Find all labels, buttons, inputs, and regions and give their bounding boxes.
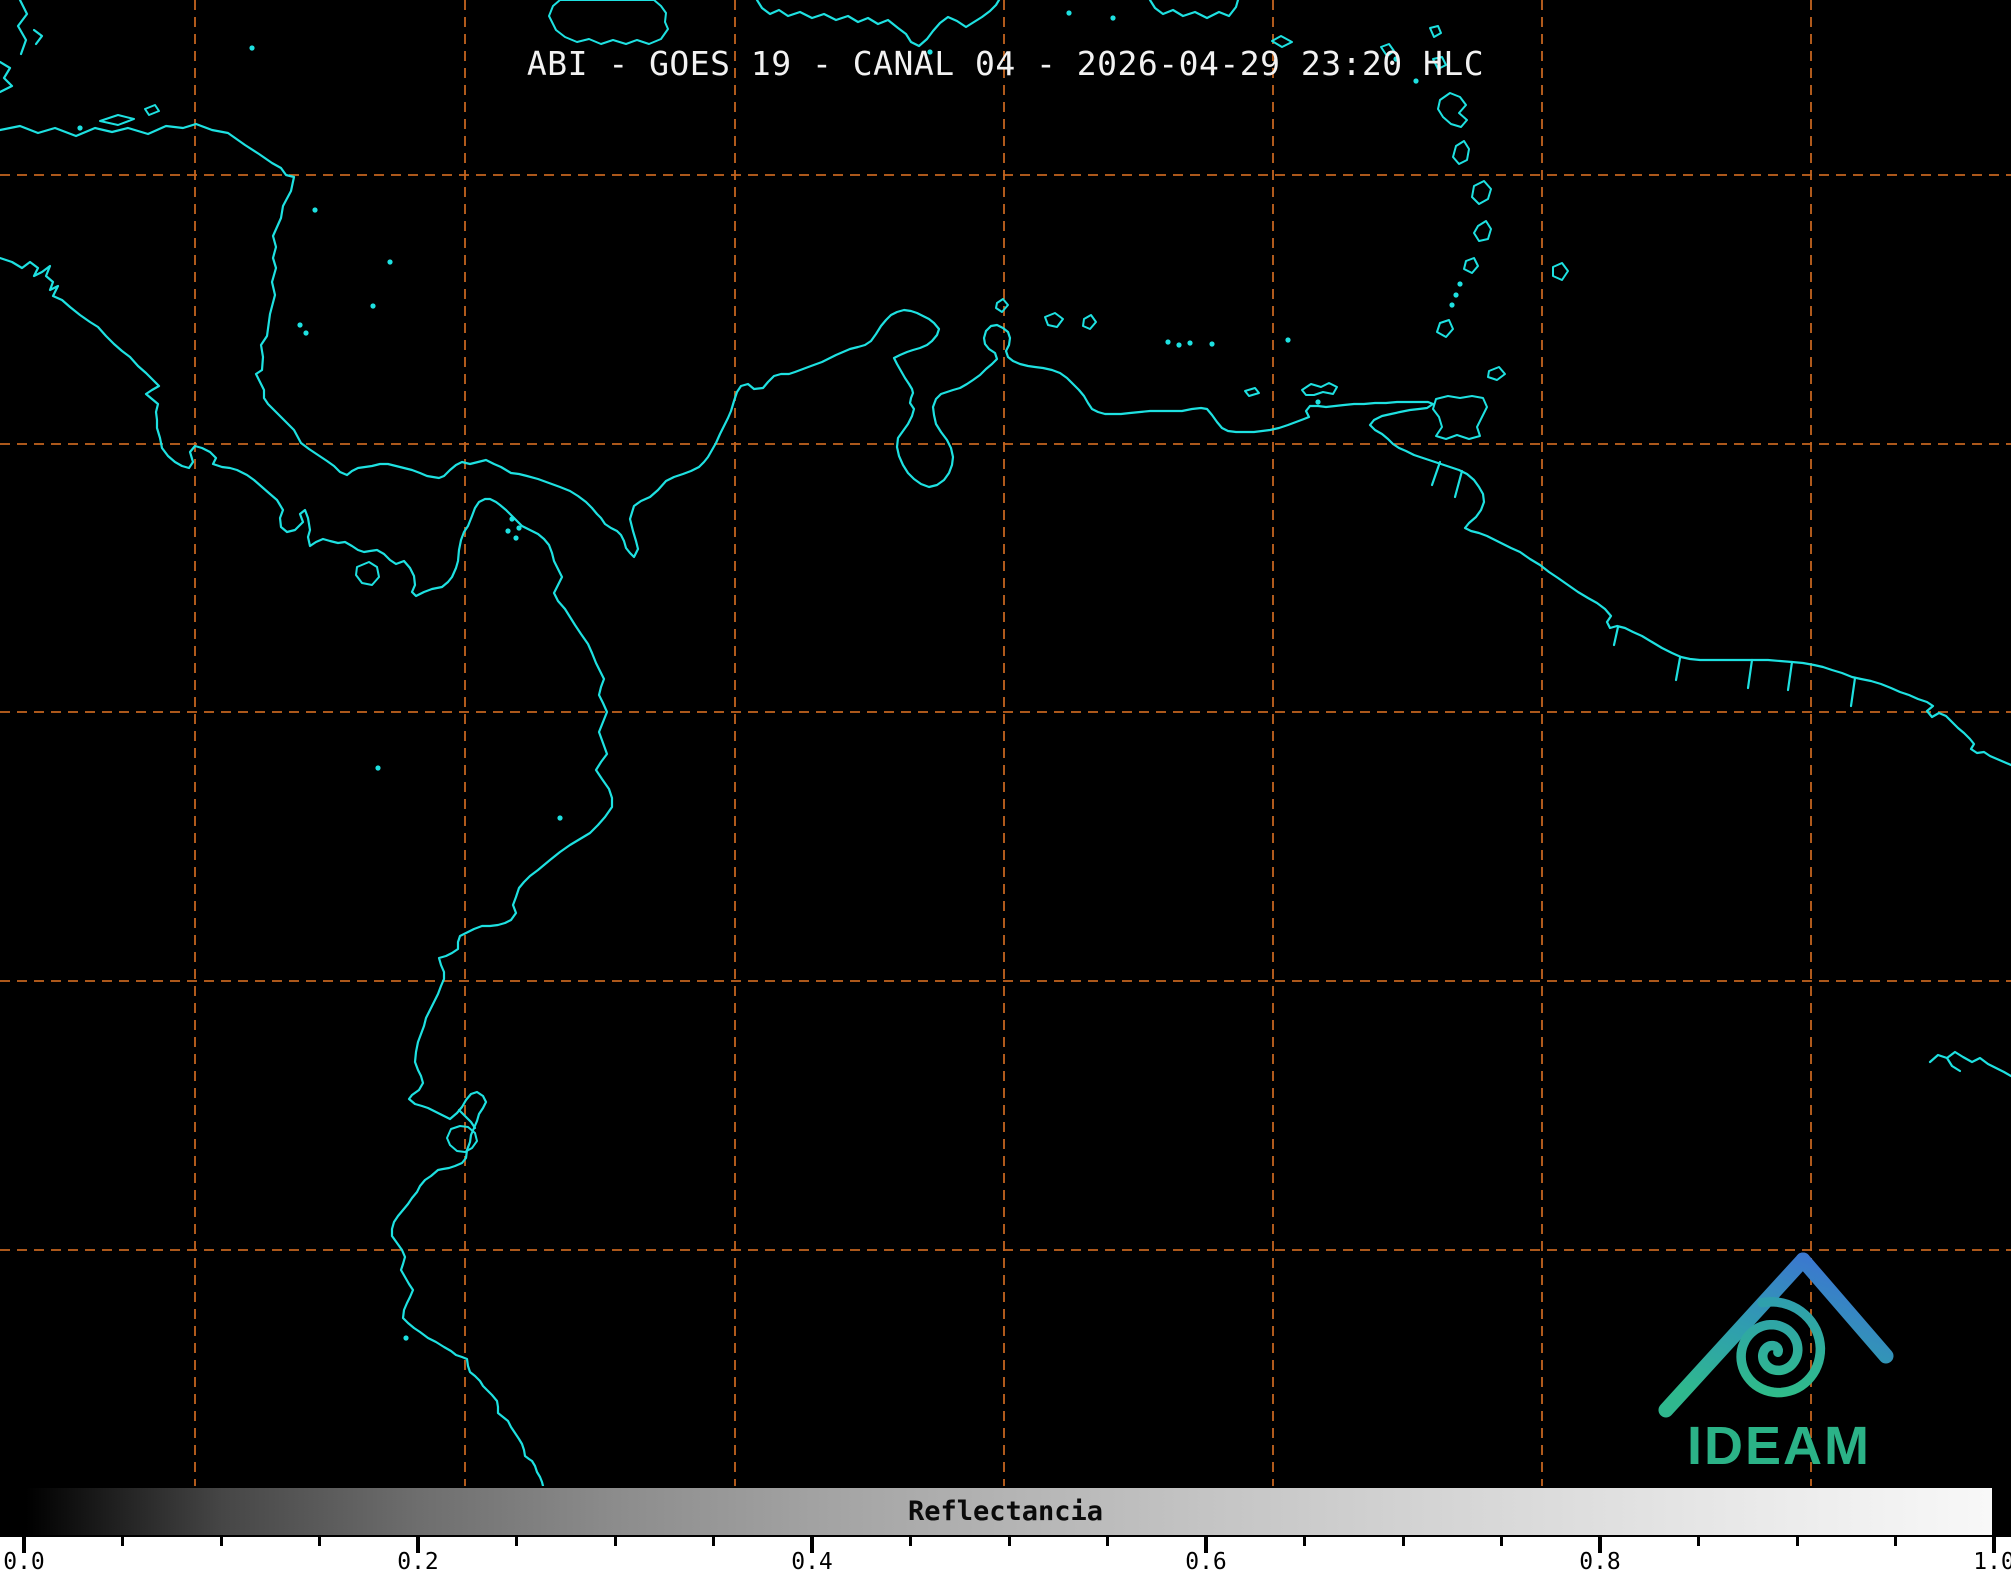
small-island-dot [403, 1335, 408, 1340]
colorbar-tick-label: 0.2 [397, 1549, 439, 1575]
colorbar-tick [1303, 1537, 1306, 1546]
small-island-dot [1187, 340, 1192, 345]
satellite-image-product: IDEAM ABI - GOES 19 - CANAL 04 - 2026-04… [0, 0, 2011, 1577]
colorbar-tick [1894, 1537, 1897, 1546]
colorbar-tick [1500, 1537, 1503, 1546]
small-island-dot [375, 765, 380, 770]
logo-text: IDEAM [1687, 1416, 1871, 1476]
colorbar-tick [318, 1537, 321, 1546]
colorbar-label: Reflectancia [0, 1496, 2011, 1527]
small-island-dot [1449, 302, 1454, 307]
colorbar-tick [1796, 1537, 1799, 1546]
small-island-dot [297, 322, 302, 327]
colorbar-tick [1008, 1537, 1011, 1546]
small-island-dot [1453, 292, 1458, 297]
colorbar-axis: 0.0 0.2 0.4 0.6 0.8 1.0 [0, 1537, 2011, 1577]
small-island-dot [1176, 342, 1181, 347]
colorbar-tick-label: 0.0 [3, 1549, 45, 1575]
colorbar-tick [1697, 1537, 1700, 1546]
small-island-dot [77, 125, 82, 130]
small-island-dot [557, 815, 562, 820]
small-island-dot [513, 535, 518, 540]
small-island-dot [1285, 337, 1290, 342]
small-island-dot [505, 528, 510, 533]
small-island-dot [1066, 10, 1071, 15]
satellite-map: IDEAM [0, 0, 2011, 1577]
small-island-dot [516, 525, 521, 530]
colorbar-tick-label: 1.0 [1973, 1549, 2011, 1575]
colorbar-tick-label: 0.6 [1185, 1549, 1227, 1575]
small-island-dot [1315, 399, 1320, 404]
colorbar-tick-label: 0.4 [791, 1549, 833, 1575]
small-island-dot [312, 207, 317, 212]
colorbar-tick [614, 1537, 617, 1546]
small-island-dot [370, 303, 375, 308]
colorbar-tick-label: 0.8 [1579, 1549, 1621, 1575]
colorbar-tick [1106, 1537, 1109, 1546]
colorbar-tick [121, 1537, 124, 1546]
image-title: ABI - GOES 19 - CANAL 04 - 2026-04-29 23… [0, 44, 2011, 83]
small-island-dot [509, 516, 514, 521]
colorbar-tick [515, 1537, 518, 1546]
colorbar-tick [220, 1537, 223, 1546]
small-island-dot [1209, 341, 1214, 346]
small-island-dot [303, 330, 308, 335]
colorbar-tick [909, 1537, 912, 1546]
small-island-dot [1110, 15, 1115, 20]
reflectance-field [0, 0, 2011, 1577]
small-island-dot [1165, 339, 1170, 344]
small-island-dot [1457, 281, 1462, 286]
small-island-dot [387, 259, 392, 264]
colorbar-tick [712, 1537, 715, 1546]
colorbar-tick [1402, 1537, 1405, 1546]
